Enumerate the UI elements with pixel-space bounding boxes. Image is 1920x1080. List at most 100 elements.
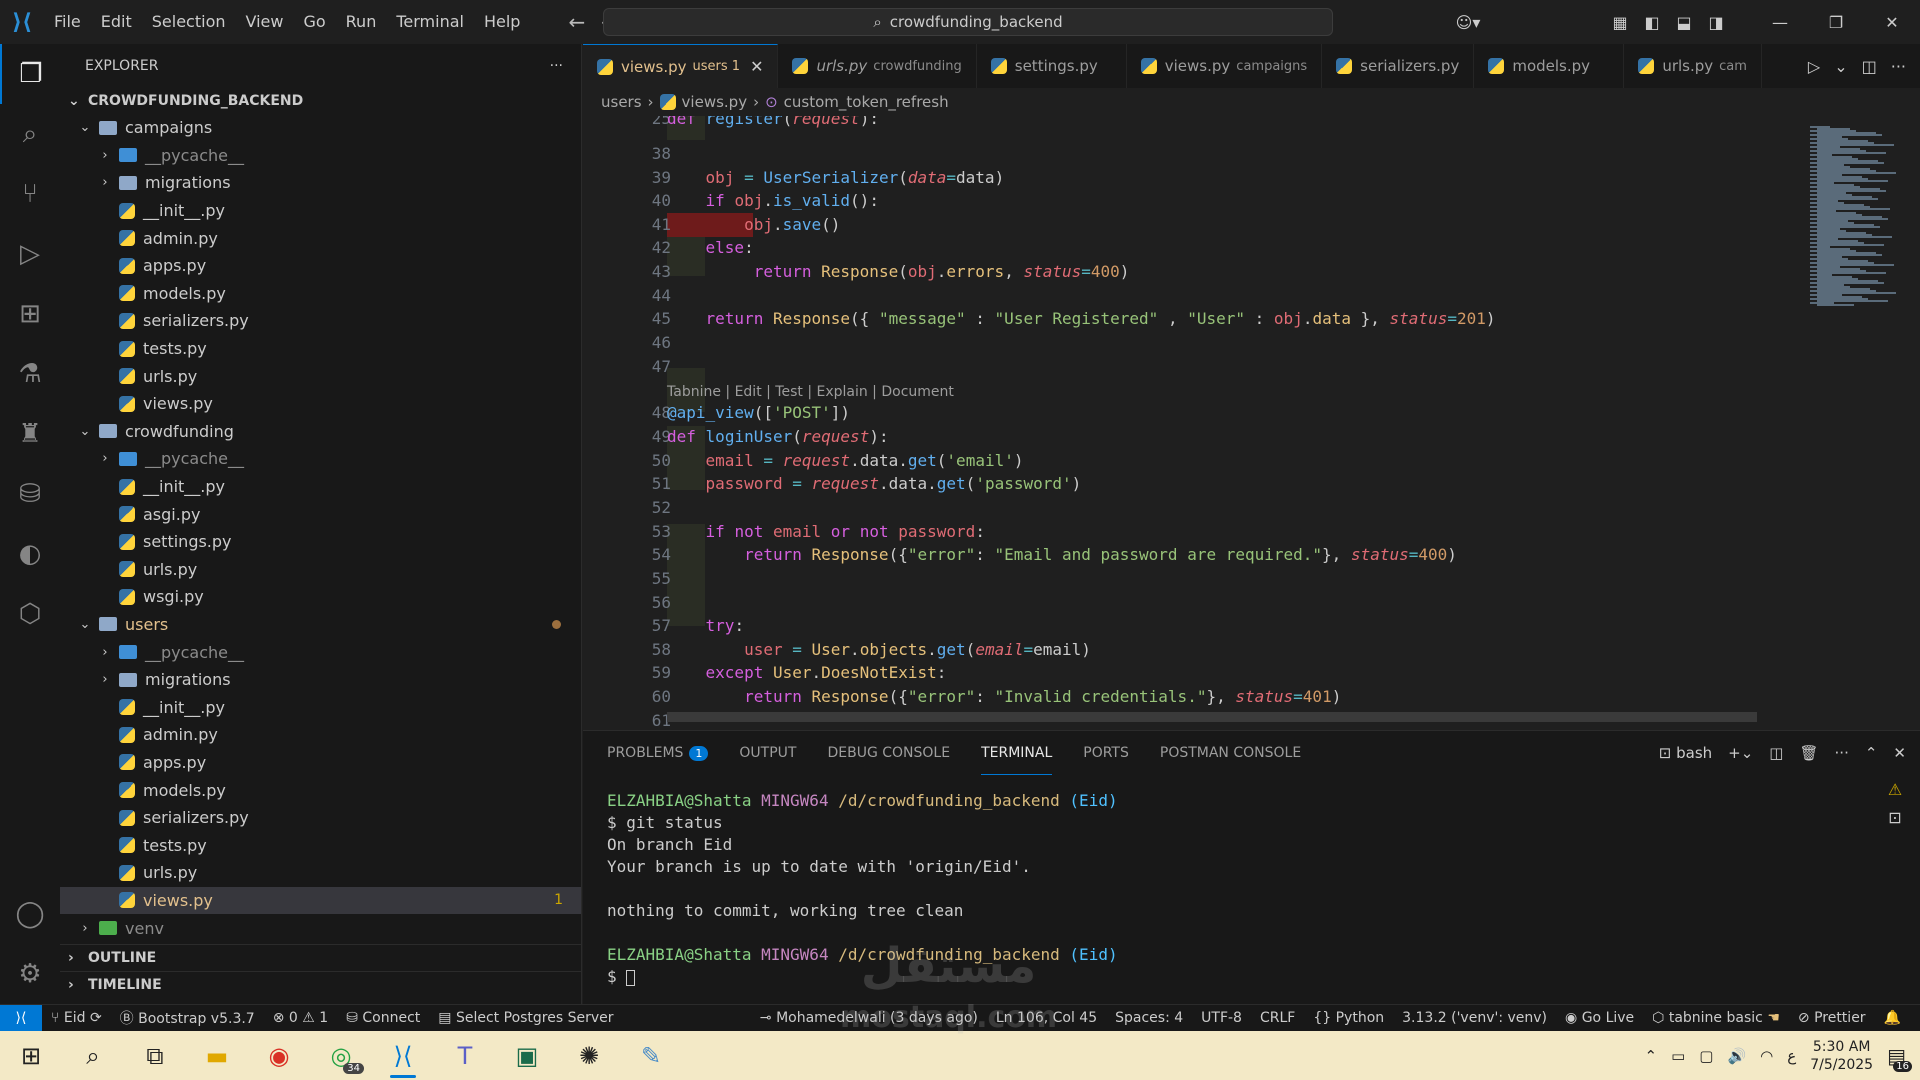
volume-icon[interactable]: 🔊 <box>1727 1047 1746 1065</box>
tree-item[interactable]: › __pycache__ <box>60 638 581 666</box>
warning-icon[interactable]: ⚠ <box>1870 775 1920 803</box>
command-center-search[interactable]: ⌕ crowdfunding_backend <box>603 8 1333 36</box>
account-icon[interactable]: ◯ <box>0 884 60 944</box>
copilot-icon[interactable]: ☺▾ <box>1452 13 1484 32</box>
explorer-icon[interactable]: ❐ <box>0 44 60 104</box>
tree-item[interactable]: › __pycache__ <box>60 445 581 473</box>
tab-output[interactable]: OUTPUT <box>739 731 796 775</box>
minimap[interactable] <box>1800 116 1920 728</box>
python-interpreter[interactable]: 3.13.2 ('venv': venv) <box>1393 1010 1556 1026</box>
language-mode[interactable]: {} Python <box>1304 1010 1393 1026</box>
minimize-window-icon[interactable]: — <box>1752 13 1808 32</box>
outline-section[interactable]: › OUTLINE <box>60 944 582 971</box>
tree-item[interactable]: views.py <box>60 390 581 418</box>
tree-item[interactable]: __init__.py <box>60 197 581 225</box>
tree-item[interactable]: › migrations <box>60 169 581 197</box>
close-panel-icon[interactable]: ✕ <box>1893 744 1906 762</box>
terminal-shell-selector[interactable]: ⊡ bash <box>1659 744 1712 762</box>
postman-icon[interactable]: ◐ <box>0 524 60 584</box>
tree-item[interactable]: admin.py <box>60 721 581 749</box>
menu-selection[interactable]: Selection <box>142 0 236 44</box>
kill-terminal-icon[interactable]: 🗑 <box>1799 744 1818 762</box>
horizontal-scrollbar[interactable] <box>667 712 1757 722</box>
tab-postman-console[interactable]: POSTMAN CONSOLE <box>1160 731 1301 775</box>
split-editor-icon[interactable]: ◫ <box>1862 57 1877 76</box>
search-icon[interactable]: ⌕ <box>0 104 60 164</box>
tree-item[interactable]: views.py 1 <box>60 886 581 915</box>
new-terminal-icon[interactable]: +⌄ <box>1728 744 1753 762</box>
prettier-status[interactable]: ⊘ Prettier <box>1789 1010 1875 1026</box>
tab-problems[interactable]: PROBLEMS 1 <box>607 731 709 775</box>
tabnine-codelens[interactable]: Tabnine | Edit | Test | Explain | Docume… <box>667 384 954 400</box>
more-actions-icon[interactable]: ··· <box>550 58 563 74</box>
code-editor[interactable]: 25 def register(request): 38 39 obj = Use… <box>583 116 1920 728</box>
menu-go[interactable]: Go <box>293 0 335 44</box>
tree-item[interactable]: ⌄ campaigns <box>60 114 581 142</box>
customize-layout-icon[interactable]: ▦ <box>1604 13 1636 32</box>
chrome-icon[interactable]: ◉ <box>248 1031 310 1080</box>
search-icon[interactable]: ⌕ <box>62 1031 124 1080</box>
menu-help[interactable]: Help <box>474 0 530 44</box>
workspace-root[interactable]: ⌄ CROWDFUNDING_BACKEND <box>60 88 581 114</box>
terminal-instance-icon[interactable]: ⊡ <box>1870 803 1920 831</box>
breadcrumb-folder[interactable]: users <box>601 93 642 111</box>
toggle-sidebar-icon[interactable]: ◧ <box>1636 13 1668 32</box>
editor-tab[interactable]: urls.py cam <box>1624 44 1762 88</box>
tree-item[interactable]: tests.py <box>60 335 581 363</box>
close-tab-icon[interactable]: ✕ <box>750 57 763 76</box>
tree-item[interactable]: asgi.py <box>60 500 581 528</box>
editor-tab[interactable]: views.py campaigns <box>1127 44 1323 88</box>
file-explorer-icon[interactable]: ▬ <box>186 1031 248 1080</box>
breadcrumb-file[interactable]: views.py <box>682 93 748 111</box>
postgres-icon[interactable]: ♜ <box>0 404 60 464</box>
close-window-icon[interactable]: ✕ <box>1864 13 1920 32</box>
more-actions-icon[interactable]: ··· <box>1891 57 1906 76</box>
docker-icon[interactable]: ⬡ <box>0 584 60 644</box>
network-icon[interactable]: ▭ <box>1671 1047 1685 1065</box>
tree-item[interactable]: __init__.py <box>60 473 581 501</box>
settings-gear-icon[interactable]: ⚙ <box>0 944 60 1004</box>
breadcrumb-symbol[interactable]: custom_token_refresh <box>784 93 949 111</box>
editor-tab[interactable]: urls.py crowdfunding <box>778 44 977 88</box>
tree-item[interactable]: serializers.py <box>60 804 581 832</box>
menu-edit[interactable]: Edit <box>91 0 142 44</box>
tree-item[interactable]: › migrations <box>60 666 581 694</box>
editor-tab[interactable]: serializers.py <box>1322 44 1475 88</box>
meet-icon[interactable]: ▢ <box>1699 1047 1713 1065</box>
bootstrap-status[interactable]: Ⓑ Bootstrap v5.3.7 <box>111 1008 264 1028</box>
pycharm-icon[interactable]: ▣ <box>496 1031 558 1080</box>
problems-status[interactable]: ⊗ 0 ⚠ 1 <box>264 1010 338 1026</box>
system-clock[interactable]: 5:30 AM 7/5/2025 <box>1810 1038 1873 1074</box>
tree-item[interactable]: apps.py <box>60 749 581 777</box>
task-view-icon[interactable]: ⧉ <box>124 1031 186 1080</box>
tree-item[interactable]: serializers.py <box>60 307 581 335</box>
indentation-status[interactable]: Spaces: 4 <box>1106 1010 1192 1026</box>
editor-tab[interactable]: views.py users 1 ✕ <box>583 44 779 88</box>
tree-item[interactable]: › __pycache__ <box>60 142 581 170</box>
more-actions-icon[interactable]: ··· <box>1835 744 1849 762</box>
editor-tab[interactable]: models.py <box>1474 44 1625 88</box>
tabnine-status[interactable]: ⬡ tabnine basic ☚ <box>1643 1010 1789 1026</box>
tree-item[interactable]: admin.py <box>60 224 581 252</box>
connect-status[interactable]: ⛁ Connect <box>337 1010 429 1026</box>
tree-item[interactable]: settings.py <box>60 528 581 556</box>
notifications-bell-icon[interactable]: 🔔 <box>1875 1010 1910 1026</box>
encoding-status[interactable]: UTF-8 <box>1192 1010 1251 1026</box>
chevron-up-icon[interactable]: ⌃ <box>1645 1047 1658 1065</box>
tree-item[interactable]: tests.py <box>60 831 581 859</box>
tree-item[interactable]: ⌄ users <box>60 611 581 639</box>
editor-tab[interactable]: settings.py <box>977 44 1127 88</box>
wifi-icon[interactable]: ◠ <box>1760 1047 1773 1065</box>
back-arrow-icon[interactable]: ← <box>568 10 585 34</box>
split-terminal-icon[interactable]: ◫ <box>1769 744 1783 762</box>
source-control-icon[interactable]: ⑂ <box>0 164 60 224</box>
windows-start-icon[interactable]: ⊞ <box>0 1031 62 1080</box>
tree-item[interactable]: wsgi.py <box>60 583 581 611</box>
input-language[interactable]: ع <box>1787 1047 1796 1065</box>
menu-terminal[interactable]: Terminal <box>386 0 474 44</box>
whatsapp-icon[interactable]: ◎ 34 <box>310 1031 372 1080</box>
database-icon[interactable]: ⛁ <box>0 464 60 524</box>
restore-window-icon[interactable]: ❐ <box>1808 13 1864 32</box>
tree-item[interactable]: › venv <box>60 914 581 942</box>
tree-item[interactable]: __init__.py <box>60 693 581 721</box>
